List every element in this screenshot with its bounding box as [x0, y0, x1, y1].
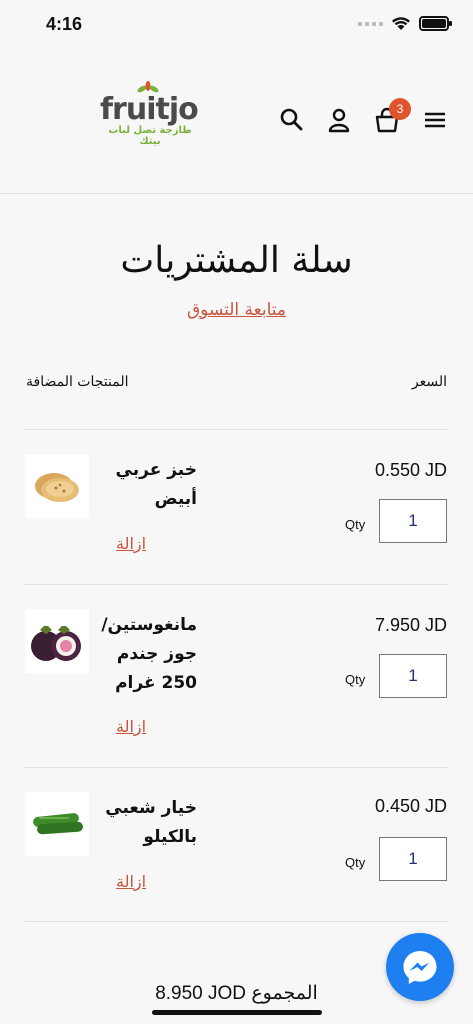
products-column-header: المنتجات المضافة	[26, 374, 129, 390]
product-image[interactable]	[25, 454, 89, 518]
logo-wordmark: fruitjo	[100, 92, 199, 127]
status-bar: 4:16	[0, 0, 473, 50]
quantity-input[interactable]: 1	[379, 837, 447, 881]
mangosteen-icon	[31, 626, 81, 661]
product-name[interactable]: خيار شعبي بالكيلو	[87, 794, 197, 852]
product-price: 0.450 JD	[374, 796, 447, 816]
search-icon[interactable]	[278, 106, 306, 134]
qty-label: Qty	[345, 855, 366, 870]
leaf-icon	[137, 81, 159, 93]
qty-label: Qty	[345, 517, 366, 532]
product-image[interactable]	[25, 609, 89, 673]
home-indicator[interactable]	[152, 1010, 322, 1015]
quantity-input[interactable]: 1	[379, 499, 447, 543]
bread-icon	[35, 473, 79, 502]
product-image[interactable]	[25, 792, 89, 856]
messenger-icon	[403, 951, 437, 984]
product-name[interactable]: خبز عربي أبيض	[87, 456, 197, 514]
remove-link[interactable]: ازالة	[116, 534, 146, 553]
continue-shopping: متابعة التسوق	[0, 300, 473, 320]
battery-icon	[419, 16, 452, 31]
cart-item: مانغوستين/ جوز جندم 250 غرام ازالة 7.950…	[0, 585, 473, 736]
status-time: 4:16	[46, 14, 83, 34]
product-price: 0.550 JD	[374, 460, 447, 480]
status-icons	[358, 16, 452, 31]
fruitjo-logo[interactable]: fruitjo طازجة تصل لباب بيتك	[100, 81, 200, 147]
page-title: سلة المشتريات	[120, 240, 353, 281]
logo-tagline: طازجة تصل لباب بيتك	[108, 125, 192, 147]
cart-button[interactable]: 3	[373, 98, 411, 134]
divider	[25, 921, 448, 922]
signal-icon	[358, 21, 383, 26]
site-header: fruitjo طازجة تصل لباب بيتك 3	[0, 70, 473, 194]
menu-icon[interactable]	[421, 106, 449, 134]
product-price: 7.950 JD	[374, 615, 447, 635]
messenger-chat-button[interactable]	[386, 933, 454, 1001]
cart-item: خبز عربي أبيض ازالة 0.550 JD Qty 1	[0, 430, 473, 580]
qty-label: Qty	[345, 672, 366, 687]
remove-link[interactable]: ازالة	[116, 717, 146, 736]
cart-item: خيار شعبي بالكيلو ازالة 0.450 JD Qty 1	[0, 768, 473, 918]
cart-count-badge: 3	[389, 98, 411, 120]
remove-link[interactable]: ازالة	[116, 872, 146, 891]
wifi-icon	[392, 17, 410, 30]
account-icon[interactable]	[325, 106, 353, 134]
continue-shopping-link[interactable]: متابعة التسوق	[187, 300, 286, 320]
cucumber-icon	[33, 813, 83, 835]
quantity-input[interactable]: 1	[379, 654, 447, 698]
product-name[interactable]: مانغوستين/ جوز جندم 250 غرام	[87, 611, 197, 698]
price-column-header: السعر	[411, 374, 447, 390]
